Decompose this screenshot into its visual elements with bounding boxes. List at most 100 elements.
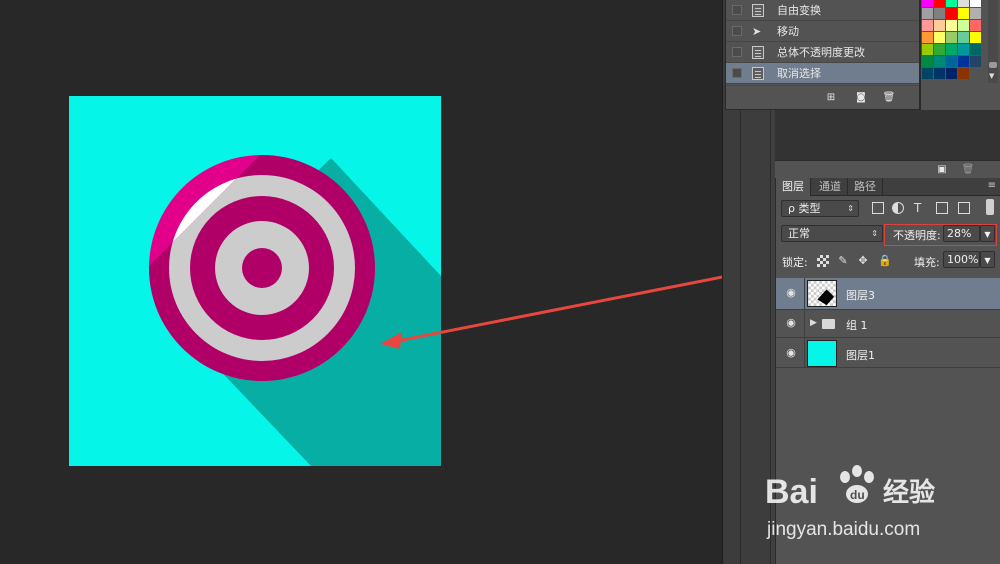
lock-label: 锁定: [782, 256, 808, 269]
history-item-label: 移动 [777, 25, 799, 38]
color-swatch[interactable] [958, 68, 969, 79]
layer-row-group1[interactable]: ◉ ▶ 组 1 [776, 310, 1000, 338]
lock-image-pixels-icon[interactable]: ✎ [837, 255, 849, 267]
scrollbar-thumb[interactable] [989, 62, 997, 68]
stepper-arrows-icon: ⇕ [871, 229, 878, 238]
filter-adjustment-icon[interactable] [892, 202, 904, 214]
color-swatch[interactable] [946, 68, 957, 79]
svg-text:du: du [850, 488, 865, 502]
camera-snapshot-icon[interactable]: ◙ [854, 92, 868, 103]
color-swatch[interactable] [934, 0, 945, 7]
color-swatch[interactable] [946, 0, 957, 7]
color-swatch[interactable] [934, 44, 945, 55]
swatches-scrollbar[interactable]: ▼ [988, 0, 998, 83]
collapsed-panel-footer: ▣ 🗑 [775, 160, 1000, 178]
color-swatch[interactable] [970, 0, 981, 7]
color-swatch[interactable] [922, 44, 933, 55]
history-item-deselect[interactable]: 取消选择 [726, 63, 919, 84]
layer-name: 组 1 [846, 319, 868, 332]
layer-row-layer1[interactable]: ◉ 图层1 [776, 338, 1000, 368]
tab-layers[interactable]: 图层 [776, 178, 811, 196]
lock-all-icon[interactable]: 🔒 [878, 255, 892, 267]
trash-icon[interactable]: 🗑 [961, 164, 975, 175]
scroll-down-icon[interactable]: ▼ [989, 72, 994, 80]
history-item-opacity-change[interactable]: 总体不透明度更改 [726, 42, 919, 63]
history-item-label: 取消选择 [777, 67, 821, 80]
watermark-brand: Bai [765, 473, 818, 511]
panel-menu-icon[interactable]: ≡ [988, 180, 996, 191]
color-swatch[interactable] [946, 8, 957, 19]
lock-position-icon[interactable]: ✥ [857, 255, 869, 267]
visibility-eye-icon[interactable]: ◉ [784, 317, 798, 328]
history-doc-icon [752, 45, 764, 59]
history-source-checkbox[interactable] [732, 5, 742, 15]
color-swatch[interactable] [958, 20, 969, 31]
color-swatch[interactable] [922, 20, 933, 31]
watermark-url: jingyan.baidu.com [766, 519, 920, 540]
filter-pixel-icon[interactable] [872, 202, 884, 214]
color-swatch[interactable] [922, 32, 933, 43]
color-swatch[interactable] [970, 32, 981, 43]
color-swatch[interactable] [922, 56, 933, 67]
color-swatch[interactable] [934, 8, 945, 19]
canvas-area[interactable] [0, 0, 886, 564]
color-swatch[interactable] [958, 56, 969, 67]
color-swatch[interactable] [946, 20, 957, 31]
color-swatch[interactable] [934, 68, 945, 79]
blend-mode-select[interactable]: 正常 ⇕ [781, 225, 883, 242]
color-swatch[interactable] [970, 44, 981, 55]
color-swatch[interactable] [946, 44, 957, 55]
move-tool-icon: ➤ [752, 24, 762, 38]
layer-row-layer3[interactable]: ◉ 图层3 [776, 278, 1000, 310]
panel-gap [775, 110, 1000, 160]
color-swatch[interactable] [946, 56, 957, 67]
history-doc-icon [752, 66, 764, 80]
filter-shape-icon[interactable] [936, 202, 948, 214]
history-panel: 自由变换 ➤ 移动 总体不透明度更改 取消选择 ⊞ ◙ 🗑 [725, 0, 920, 110]
new-item-icon[interactable]: ▣ [935, 164, 949, 175]
color-swatch[interactable] [958, 44, 969, 55]
expand-group-icon[interactable]: ▶ [810, 318, 817, 328]
fill-dropdown[interactable]: ▼ [980, 251, 995, 268]
baidu-jingyan-watermark: Bai du 经验 jingyan.baidu.com [765, 465, 935, 540]
trash-icon[interactable]: 🗑 [882, 92, 896, 103]
history-source-checkbox[interactable] [732, 68, 742, 78]
color-swatch[interactable] [958, 0, 969, 7]
history-item-move[interactable]: ➤ 移动 [726, 21, 919, 42]
layer-thumbnail [807, 280, 837, 307]
history-item-label: 总体不透明度更改 [777, 46, 865, 59]
color-swatch[interactable] [970, 8, 981, 19]
history-footer: ⊞ ◙ 🗑 [726, 85, 919, 109]
filter-smart-object-icon[interactable] [958, 202, 970, 214]
tab-paths[interactable]: 路径 [848, 178, 883, 196]
fill-label: 填充: [914, 256, 940, 269]
folder-icon [822, 319, 835, 329]
color-swatch[interactable] [922, 0, 933, 7]
color-swatch[interactable] [946, 32, 957, 43]
color-swatch[interactable] [958, 8, 969, 19]
paw-logo-icon: du [840, 465, 874, 503]
color-swatch[interactable] [934, 20, 945, 31]
color-swatch[interactable] [970, 20, 981, 31]
layer-filter-select[interactable]: ρ 类型 ⇕ [781, 200, 859, 217]
history-source-checkbox[interactable] [732, 47, 742, 57]
watermark-brand-suffix: 经验 [883, 477, 935, 508]
filter-toggle-icon[interactable] [986, 199, 994, 215]
history-source-checkbox[interactable] [732, 26, 742, 36]
visibility-eye-icon[interactable]: ◉ [784, 287, 798, 298]
lock-transparent-pixels-icon[interactable] [817, 255, 829, 267]
target-icon [149, 155, 375, 381]
new-document-from-state-icon[interactable]: ⊞ [824, 92, 838, 103]
filter-type-icon[interactable]: T [914, 202, 926, 214]
color-swatch[interactable] [934, 32, 945, 43]
color-swatch[interactable] [970, 56, 981, 67]
layers-panel-tabs: 图层 通道 路径 ≡ [776, 178, 1000, 196]
visibility-eye-icon[interactable]: ◉ [784, 347, 798, 358]
fill-input[interactable]: 100% [943, 251, 980, 268]
color-swatch[interactable] [922, 68, 933, 79]
color-swatch[interactable] [934, 56, 945, 67]
tab-channels[interactable]: 通道 [813, 178, 848, 196]
color-swatch[interactable] [922, 8, 933, 19]
history-item-free-transform[interactable]: 自由变换 [726, 0, 919, 21]
color-swatch[interactable] [958, 32, 969, 43]
